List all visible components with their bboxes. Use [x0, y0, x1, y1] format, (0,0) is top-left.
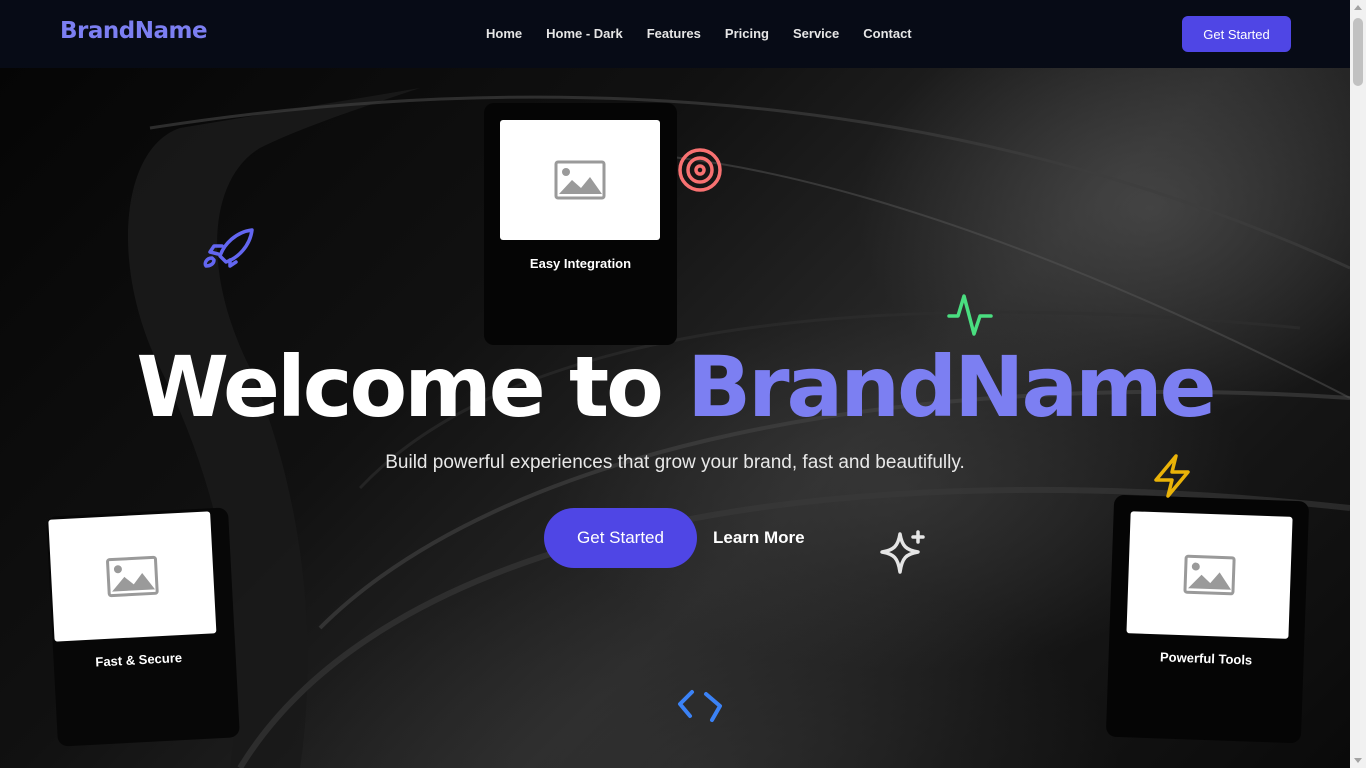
card-label: Powerful Tools	[1159, 649, 1253, 668]
hero-subtitle: Build powerful experiences that grow you…	[385, 452, 965, 473]
page-scrollbar[interactable]	[1350, 0, 1366, 768]
sparkles-icon	[878, 528, 928, 583]
nav-link-home-dark[interactable]: Home - Dark	[546, 26, 623, 41]
rocket-icon	[200, 226, 256, 273]
activity-icon	[946, 292, 994, 343]
hero-title-main: Welcome to	[136, 338, 688, 436]
feature-card-fast-secure: Fast & Secure	[46, 507, 240, 747]
navbar: BrandName Home Home - Dark Features Pric…	[0, 0, 1350, 68]
image-placeholder-icon	[48, 511, 217, 642]
scroll-thumb[interactable]	[1353, 18, 1363, 86]
card-label: Fast & Secure	[95, 650, 183, 670]
feature-card-easy-integration: Easy Integration	[484, 103, 677, 345]
scroll-down-arrow[interactable]	[1354, 758, 1362, 763]
nav-menu: Home Home - Dark Features Pricing Servic…	[486, 26, 936, 41]
card-label: Easy Integration	[529, 256, 632, 271]
image-placeholder-icon	[500, 120, 660, 240]
nav-get-started-button[interactable]: Get Started	[1182, 16, 1291, 52]
brand-logo[interactable]: BrandName	[60, 18, 208, 44]
hero-title-brand: BrandName	[687, 338, 1217, 436]
nav-link-contact[interactable]: Contact	[863, 26, 911, 41]
hero-get-started-button[interactable]: Get Started	[544, 508, 697, 568]
nav-link-service[interactable]: Service	[793, 26, 839, 41]
feature-card-powerful-tools: Powerful Tools	[1105, 494, 1310, 744]
scroll-up-arrow[interactable]	[1354, 5, 1362, 10]
code-icon	[676, 686, 726, 731]
nav-link-features[interactable]: Features	[647, 26, 701, 41]
image-placeholder-icon	[1126, 511, 1293, 639]
target-icon	[676, 147, 724, 198]
nav-link-pricing[interactable]: Pricing	[725, 26, 769, 41]
learn-more-link[interactable]: Learn More	[713, 528, 805, 548]
hero-title: Welcome to BrandName	[0, 338, 1350, 436]
nav-link-home[interactable]: Home	[486, 26, 522, 41]
